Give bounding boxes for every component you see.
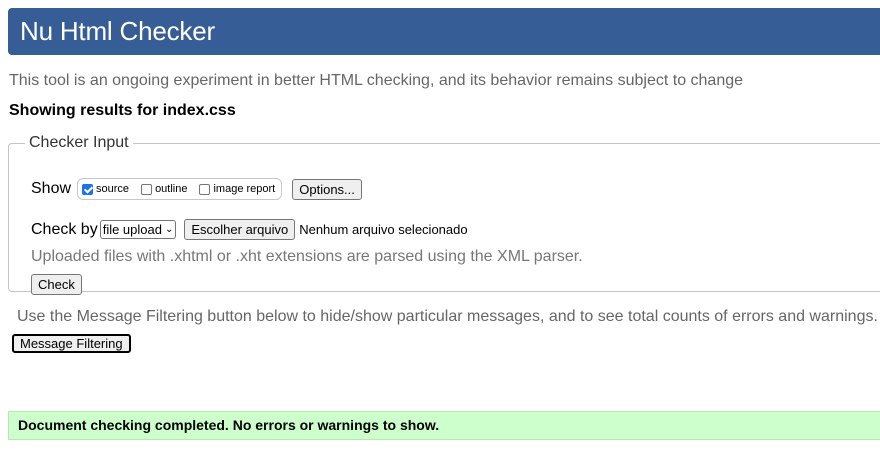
show-outline-option[interactable]: outline — [141, 183, 187, 195]
show-image-report-option[interactable]: image report — [199, 183, 275, 195]
result-success-banner: Document checking completed. No errors o… — [8, 411, 880, 440]
options-button[interactable]: Options... — [292, 178, 362, 200]
page-header: Nu Html Checker — [8, 8, 880, 55]
image-report-label: image report — [213, 183, 276, 195]
choose-file-button[interactable]: Escolher arquivo — [184, 219, 296, 240]
intro-text: This tool is an ongoing experiment in be… — [9, 72, 744, 89]
source-checkbox[interactable] — [82, 183, 94, 195]
check-by-label: Check by — [31, 220, 98, 238]
show-options-group: source outline image report — [77, 178, 283, 200]
show-source-option[interactable]: source — [82, 183, 129, 195]
message-filtering-note: Use the Message Filtering button below t… — [17, 308, 878, 325]
checker-input-fieldset: Checker Input Show source outline image … — [8, 134, 880, 295]
checker-input-legend: Checker Input — [29, 134, 129, 151]
check-button[interactable]: Check — [31, 274, 82, 295]
outline-checkbox[interactable] — [141, 183, 153, 195]
show-options-row: Show source outline image report Options… — [31, 178, 362, 200]
check-by-select[interactable]: file upload ⌄ — [99, 220, 177, 239]
image-report-checkbox[interactable] — [199, 183, 211, 195]
check-by-selected-value: file upload — [102, 222, 162, 237]
source-label: source — [96, 183, 130, 195]
show-label: Show — [31, 180, 72, 197]
chevron-down-icon: ⌄ — [164, 224, 174, 235]
showing-results-heading: Showing results for index.css — [9, 102, 236, 119]
message-filtering-button[interactable]: Message Filtering — [12, 334, 131, 353]
check-button-row: Check — [31, 274, 82, 295]
outline-label: outline — [155, 183, 188, 195]
file-status-text: Nenhum arquivo selecionado — [299, 222, 468, 237]
check-by-row: Check by file upload ⌄ Escolher arquivo … — [31, 219, 468, 240]
page-title: Nu Html Checker — [20, 16, 215, 46]
xml-parser-note: Uploaded files with .xhtml or .xht exten… — [31, 248, 583, 265]
